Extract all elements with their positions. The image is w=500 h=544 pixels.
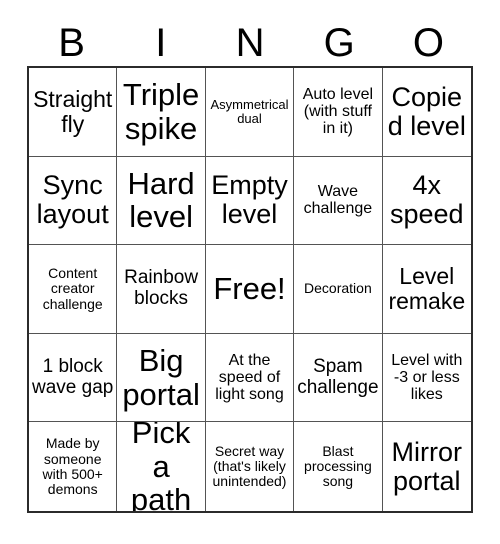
- bingo-cell[interactable]: At the speed of light song: [205, 333, 295, 423]
- bingo-cell[interactable]: Big portal: [117, 333, 206, 423]
- bingo-cell-label: Hard level: [127, 165, 195, 235]
- bingo-cell-label: Big portal: [122, 343, 200, 412]
- bingo-cell[interactable]: Hard level: [117, 156, 206, 246]
- bingo-cell[interactable]: Triple spike: [117, 68, 206, 157]
- bingo-cell-label: Auto level (with stuff in it): [302, 85, 374, 138]
- header-letter-o: O: [412, 21, 444, 65]
- bingo-cell-label: Straight fly: [33, 85, 113, 137]
- bingo-cell-free-space[interactable]: Free!: [205, 245, 295, 334]
- bingo-cell-label: Blast processing song: [304, 443, 372, 490]
- bingo-cell[interactable]: Sync layout: [29, 156, 118, 246]
- bingo-cell[interactable]: Content creator challenge: [29, 245, 118, 334]
- bingo-cell-label: Asymmetrical dual: [210, 96, 289, 126]
- bingo-cell-label: Rainbow blocks: [124, 267, 199, 309]
- header-letter-b: B: [58, 21, 85, 65]
- bingo-cell[interactable]: Pick a path: [117, 422, 206, 511]
- bingo-cell-label: Wave challenge: [303, 183, 373, 218]
- bingo-cell-label: Level with -3 or less likes: [391, 351, 463, 404]
- bingo-cell[interactable]: Straight fly: [29, 68, 118, 157]
- bingo-cell-label: 4x speed: [390, 170, 464, 230]
- bingo-cell-label: Spam challenge: [297, 356, 379, 398]
- bingo-cell[interactable]: Blast processing song: [294, 422, 383, 511]
- bingo-cell-label: Level remake: [388, 263, 466, 314]
- bingo-cell-label: Decoration: [304, 280, 372, 297]
- bingo-cell[interactable]: Secret way (that's likely unintended): [206, 422, 295, 511]
- bingo-cell-label: Sync layout: [36, 170, 109, 230]
- bingo-cell[interactable]: Spam challenge: [294, 333, 383, 423]
- bingo-cell[interactable]: Auto level (with stuff in it): [294, 68, 383, 157]
- bingo-grid: Straight fly Triple spike Asymmetrical dua…: [27, 66, 473, 513]
- bingo-cell[interactable]: Mirror portal: [383, 422, 471, 511]
- bingo-cell[interactable]: Rainbow blocks: [117, 245, 206, 334]
- bingo-cell[interactable]: Copied level: [382, 68, 471, 157]
- bingo-cell[interactable]: Decoration: [294, 245, 383, 334]
- bingo-cell-label: Free!: [213, 271, 286, 307]
- bingo-cell-label: Made by someone with 500+ demons: [42, 435, 103, 497]
- bingo-cell[interactable]: Empty level: [205, 156, 295, 246]
- bingo-cell-label: Copied level: [387, 81, 466, 141]
- bingo-cell-label: 1 block wave gap: [32, 356, 114, 398]
- bingo-cell-label: Content creator challenge: [42, 265, 103, 312]
- bingo-header-row: B I N G O: [27, 20, 473, 66]
- bingo-cell[interactable]: 1 block wave gap: [29, 333, 118, 423]
- bingo-cell-label: At the speed of light song: [215, 351, 284, 404]
- bingo-cell-label: Empty level: [211, 170, 288, 230]
- bingo-cell-label: Pick a path: [130, 422, 192, 511]
- bingo-cell-label: Mirror portal: [391, 436, 463, 496]
- bingo-cell[interactable]: Asymmetrical dual: [205, 68, 295, 157]
- bingo-cell[interactable]: Wave challenge: [294, 156, 383, 246]
- bingo-card: B I N G O Straight fly Triple spike Asymme…: [0, 0, 500, 544]
- bingo-cell[interactable]: 4x speed: [382, 157, 471, 246]
- bingo-cell[interactable]: Made by someone with 500+ demons: [29, 422, 118, 511]
- bingo-cell[interactable]: Level with -3 or less likes: [382, 334, 471, 423]
- header-letter-n: N: [235, 21, 265, 65]
- header-letter-g: G: [323, 21, 355, 65]
- bingo-cell-label: Secret way (that's likely unintended): [212, 443, 287, 490]
- bingo-cell[interactable]: Level remake: [382, 245, 471, 334]
- bingo-cell-label: Triple spike: [122, 77, 200, 146]
- header-letter-i: I: [155, 21, 167, 65]
